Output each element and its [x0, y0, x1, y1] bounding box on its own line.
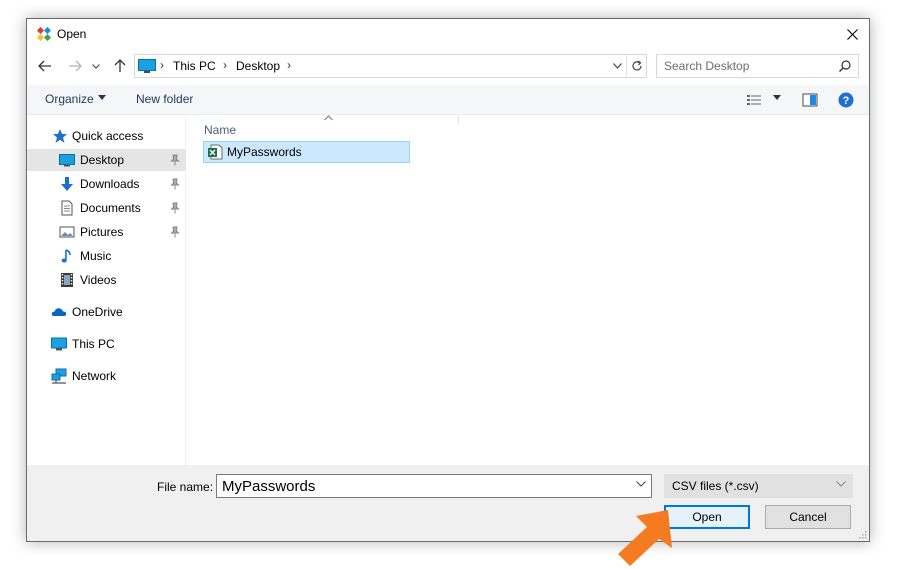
callout-arrow-icon: [618, 510, 672, 566]
recent-locations-button[interactable]: [90, 57, 102, 75]
cloud-icon: [51, 308, 67, 316]
caret-down-icon: [98, 95, 106, 100]
computer-icon: [51, 337, 67, 351]
sidebar-item-label: Music: [80, 249, 112, 263]
sort-ascending-icon: [324, 115, 333, 121]
sidebar-item-videos[interactable]: Videos: [27, 269, 186, 291]
organize-button[interactable]: Organize: [45, 92, 94, 106]
title-bar: Open: [27, 19, 869, 49]
pin-icon: [170, 226, 180, 238]
file-type-select[interactable]: CSV files (*.csv): [664, 474, 853, 498]
file-list: Name MyPasswords: [187, 115, 869, 465]
film-icon: [61, 273, 73, 287]
file-name-label: MyPasswords: [227, 145, 302, 159]
csv-file-icon: [208, 144, 223, 160]
chevron-down-icon: [612, 63, 622, 69]
sidebar-item-network[interactable]: Network: [27, 365, 186, 387]
file-name-value: MyPasswords: [222, 478, 316, 495]
chevron-down-icon[interactable]: [636, 481, 646, 487]
file-name-input[interactable]: MyPasswords: [216, 474, 652, 498]
sidebar-item-downloads[interactable]: Downloads: [27, 173, 186, 195]
column-header-name[interactable]: Name: [204, 123, 236, 137]
breadcrumb-desktop[interactable]: Desktop: [236, 59, 280, 73]
file-item-mypasswords[interactable]: MyPasswords: [203, 141, 410, 163]
help-icon[interactable]: ?: [838, 92, 854, 108]
download-icon: [61, 177, 73, 191]
arrow-right-icon: [69, 60, 82, 72]
sidebar-item-label: OneDrive: [72, 305, 123, 319]
search-icon: [839, 60, 851, 72]
address-bar[interactable]: › This PC › Desktop ›: [134, 54, 647, 78]
documents-icon: [61, 200, 73, 216]
sidebar-item-label: Desktop: [80, 153, 125, 167]
file-name-label: File name:: [157, 480, 214, 494]
dialog-footer: File name: MyPasswords CSV files (*.csv)…: [27, 465, 869, 541]
arrow-up-icon: [114, 59, 126, 72]
computer-icon: [138, 59, 156, 73]
sidebar-item-label: Quick access: [72, 129, 144, 143]
view-options-caret-icon[interactable]: [773, 95, 781, 100]
up-button[interactable]: [111, 57, 129, 75]
forward-button[interactable]: [66, 57, 84, 75]
pin-icon: [170, 202, 180, 214]
sidebar-item-pictures[interactable]: Pictures: [27, 221, 186, 243]
sidebar-item-label: Documents: [80, 201, 141, 215]
cancel-button[interactable]: Cancel: [765, 505, 851, 529]
refresh-icon: [631, 60, 642, 71]
breadcrumb-separator: ›: [223, 58, 227, 72]
column-divider[interactable]: [458, 116, 459, 124]
close-button[interactable]: [835, 19, 869, 49]
pin-icon: [170, 154, 180, 166]
sidebar-item-onedrive[interactable]: OneDrive: [27, 301, 186, 323]
sidebar-item-label: Pictures: [80, 225, 124, 239]
sidebar-item-this-pc[interactable]: This PC: [27, 333, 186, 355]
desktop-icon: [59, 154, 75, 167]
breadcrumb-separator: ›: [287, 58, 291, 72]
back-button[interactable]: [36, 57, 54, 75]
command-bar: Organize New folder ?: [27, 85, 869, 115]
address-history-button[interactable]: [610, 59, 624, 73]
search-placeholder: Search Desktop: [664, 59, 750, 73]
navigation-pane: Quick access Desktop Downloads Documents…: [27, 116, 186, 465]
pictures-icon: [59, 226, 75, 238]
breadcrumb-separator: ›: [160, 58, 164, 72]
open-file-dialog: Open › This PC › Desktop › Search Deskto…: [26, 18, 870, 542]
music-note-icon: [61, 249, 71, 263]
network-icon: [51, 368, 67, 384]
refresh-button[interactable]: [626, 55, 646, 77]
sidebar-item-label: Videos: [80, 273, 117, 287]
preview-pane-icon[interactable]: [802, 92, 818, 108]
view-details-icon[interactable]: [746, 92, 762, 108]
resize-grip-icon[interactable]: [857, 529, 867, 539]
pin-icon: [170, 178, 180, 190]
sidebar-item-label: Network: [72, 369, 117, 383]
close-icon: [846, 28, 858, 40]
breadcrumb-this-pc[interactable]: This PC: [173, 59, 216, 73]
arrow-left-icon: [38, 60, 51, 72]
window-title: Open: [57, 27, 87, 41]
chevron-down-icon: [836, 481, 846, 487]
sidebar-item-documents[interactable]: Documents: [27, 197, 186, 219]
chevron-down-icon: [92, 63, 100, 69]
sidebar-item-label: This PC: [72, 337, 115, 351]
app-logo-icon: [37, 27, 51, 41]
sidebar-item-desktop[interactable]: Desktop: [27, 149, 186, 171]
star-icon: [53, 129, 67, 143]
new-folder-button[interactable]: New folder: [136, 92, 193, 106]
svg-text:?: ?: [843, 95, 850, 107]
sidebar-item-music[interactable]: Music: [27, 245, 186, 267]
file-type-value: CSV files (*.csv): [672, 479, 759, 493]
search-box[interactable]: Search Desktop: [656, 54, 859, 78]
navigation-bar: › This PC › Desktop › Search Desktop: [27, 51, 869, 81]
sidebar-item-quick-access[interactable]: Quick access: [27, 125, 186, 147]
sidebar-item-label: Downloads: [80, 177, 140, 191]
